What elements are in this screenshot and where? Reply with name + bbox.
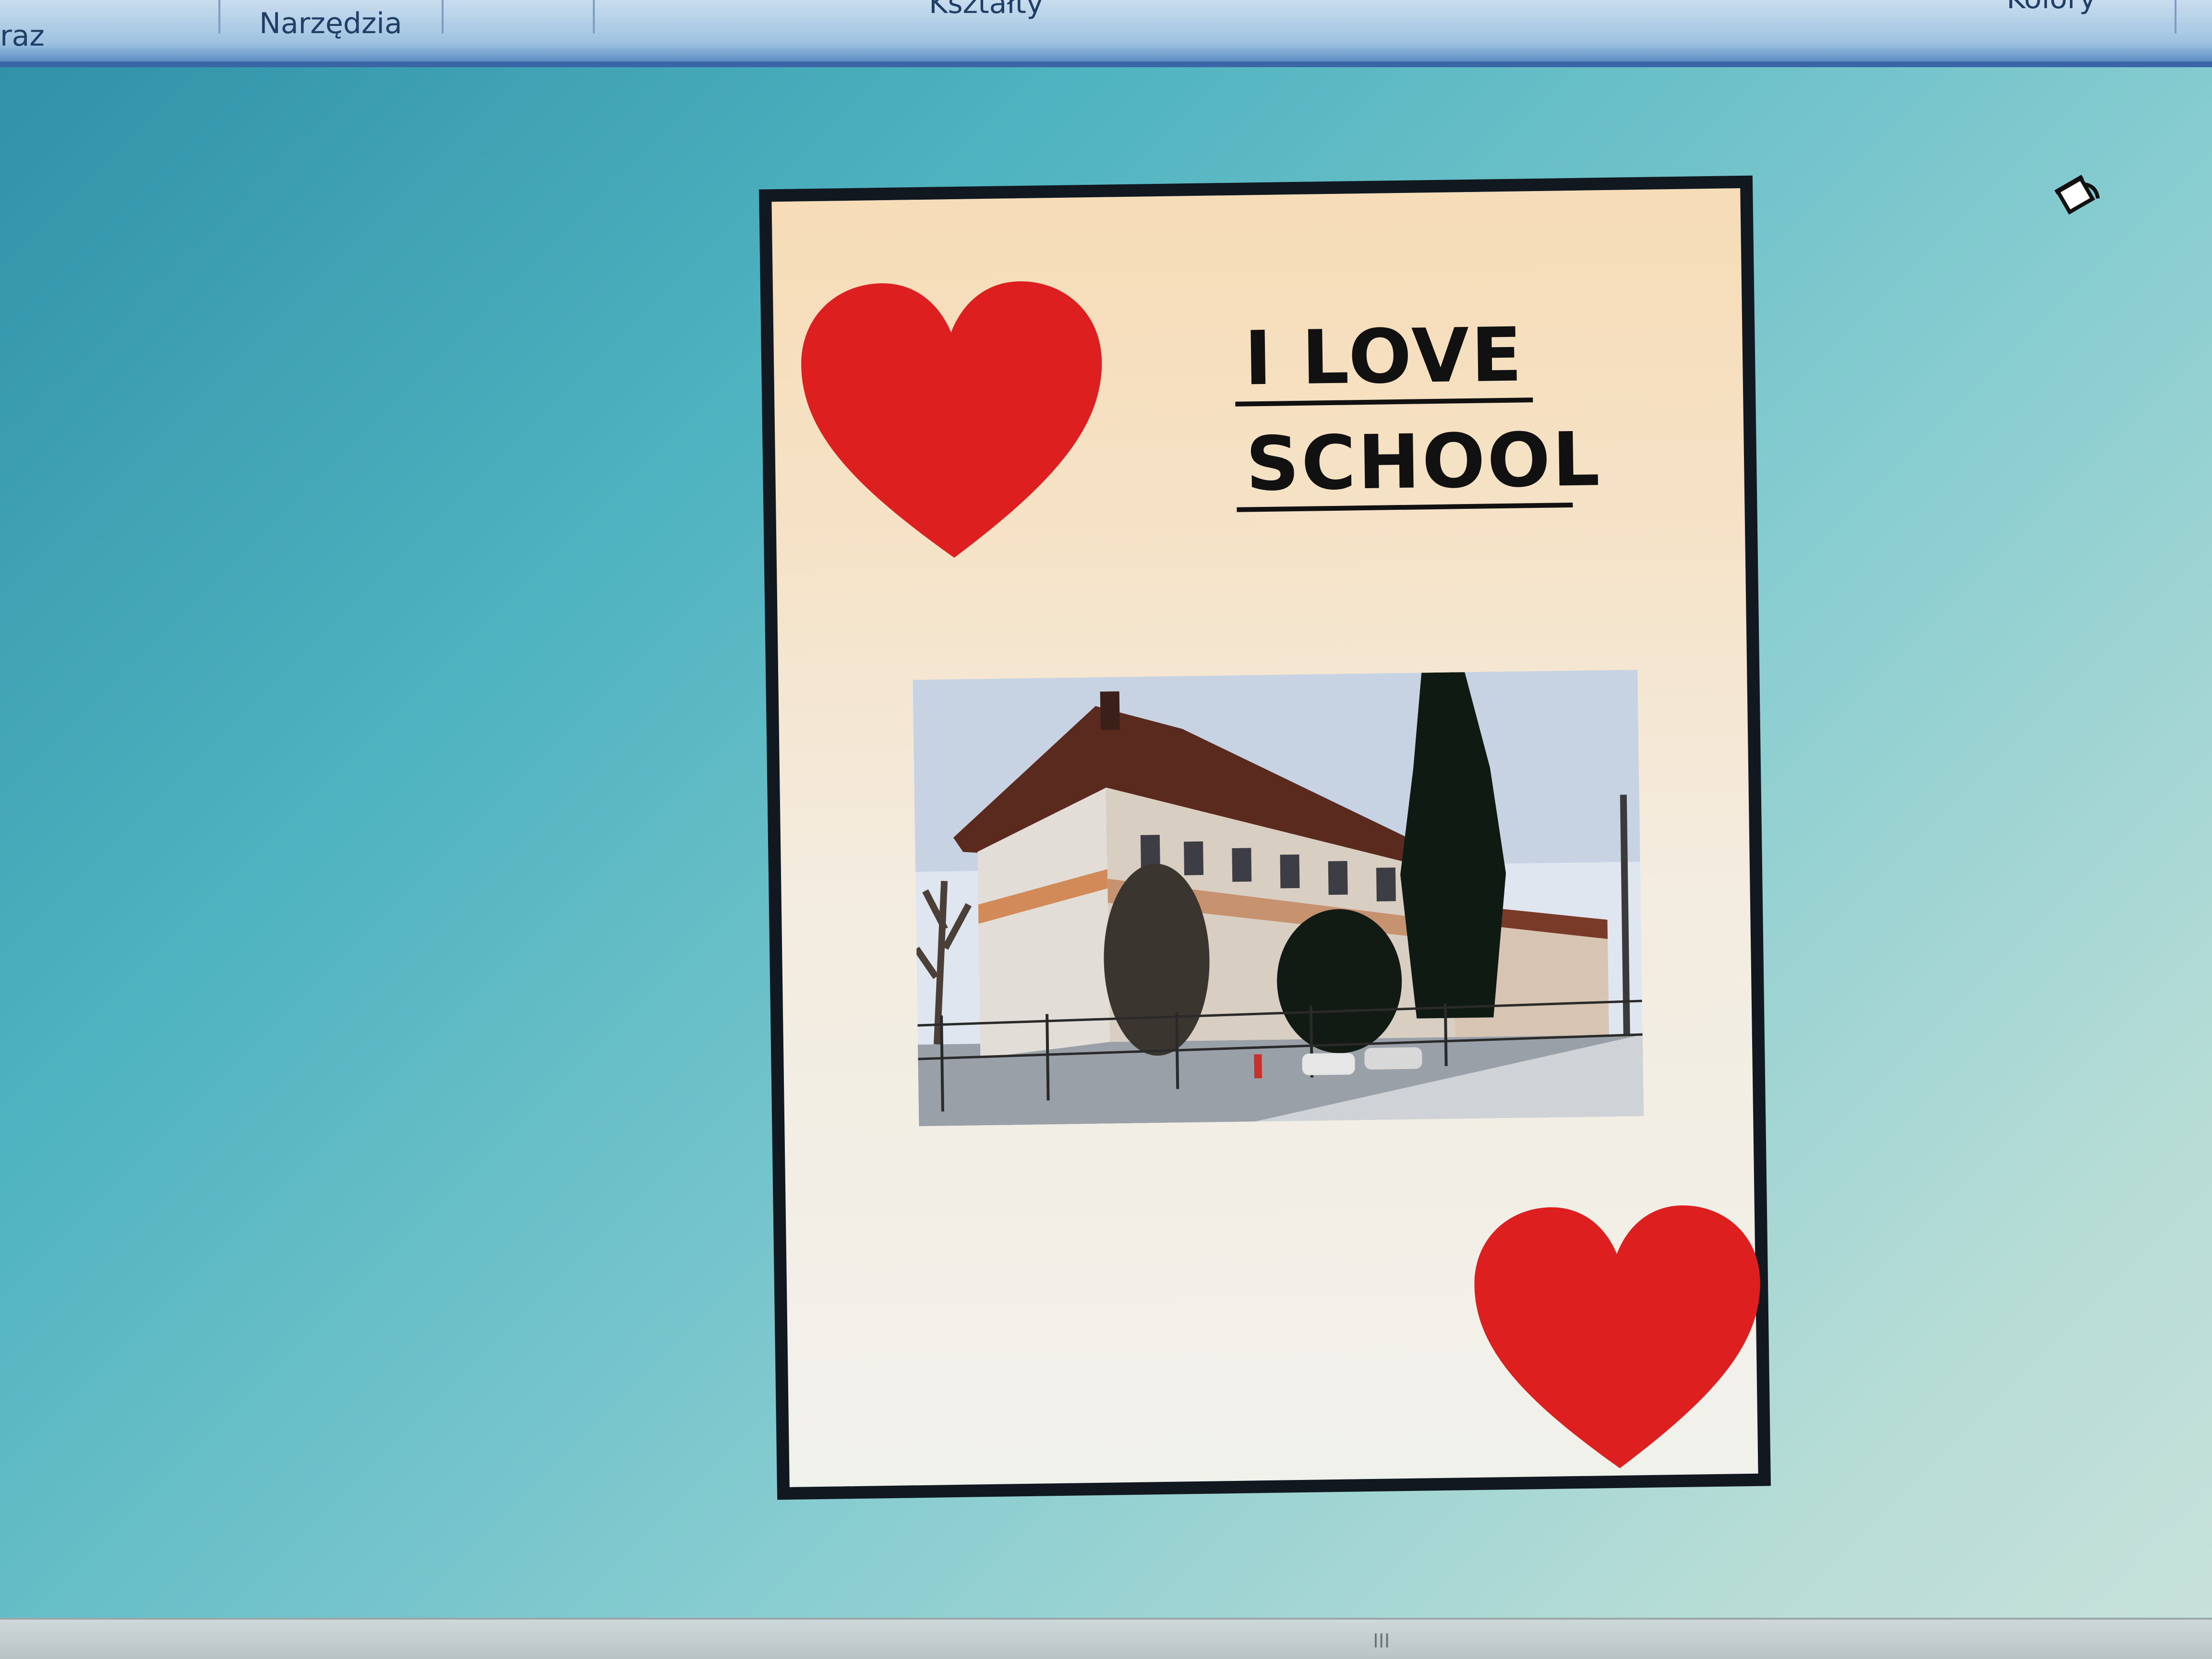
heart-icon [1474, 1205, 1760, 1468]
scrollbar-grip-icon[interactable]: III [1373, 1630, 1390, 1652]
poster-title-line-1: I LOVE [1243, 311, 1525, 402]
paint-bucket-icon [2050, 168, 2103, 221]
ribbon-separator [442, 0, 444, 34]
school-building-photo [913, 670, 1644, 1127]
ribbon-group-ksztalty[interactable]: Kształty [929, 0, 1043, 20]
ribbon-bar: raz Narzędzia Kształty Kolory [0, 0, 2212, 67]
poster-title-line-2: SCHOOL [1245, 416, 1602, 508]
ribbon-group-kolory[interactable]: Kolory [2007, 0, 2096, 15]
ribbon-group-narzedzia[interactable]: Narzędzia [259, 7, 402, 40]
heart-icon [801, 281, 1102, 558]
horizontal-scrollbar[interactable]: III [0, 1618, 2212, 1659]
ribbon-separator [593, 0, 595, 34]
ribbon-separator [218, 0, 220, 34]
ribbon-group-obraz[interactable]: raz [0, 19, 45, 53]
ribbon-separator [2175, 0, 2176, 34]
poster-image[interactable]: I LOVE SCHOOL [759, 175, 1771, 1500]
